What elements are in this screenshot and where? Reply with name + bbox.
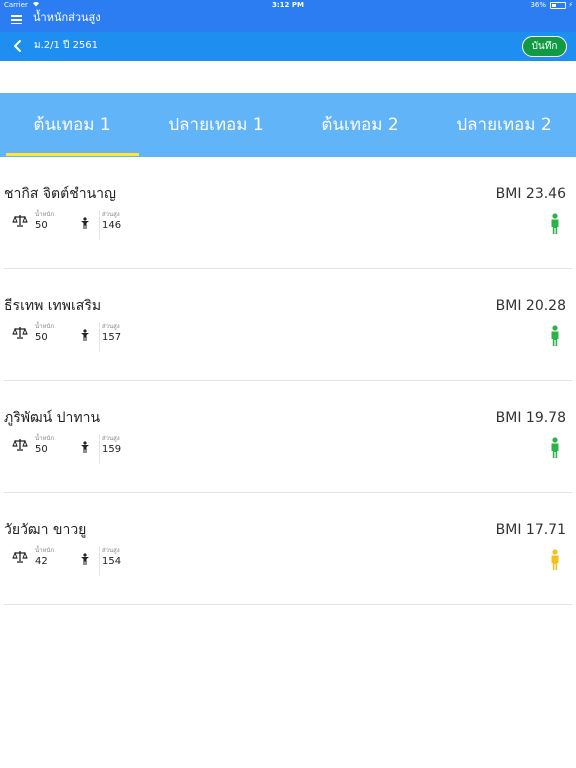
person-green-icon xyxy=(548,437,562,459)
height-value: 154 xyxy=(102,556,122,567)
height-label: ส่วนสูง xyxy=(102,547,120,554)
divider xyxy=(99,434,100,464)
height-icon xyxy=(80,327,90,341)
class-label: ม.2/1 ปี 2561 xyxy=(34,40,99,51)
student-row[interactable]: วัยวัฒา ขาวยู BMI 17.71 น้ำหนัก 42 ส่วนส… xyxy=(4,493,572,605)
person-green-icon xyxy=(548,325,562,347)
height-value: 146 xyxy=(102,220,122,231)
save-button[interactable]: บันทึก xyxy=(522,36,567,57)
person-green-icon xyxy=(548,213,562,235)
height-icon xyxy=(80,551,90,565)
charging-icon: ⚡ xyxy=(568,1,573,9)
bmi-value: BMI 17.71 xyxy=(495,522,566,538)
term-tabs: ต้นเทอม 1 ปลายเทอม 1 ต้นเทอม 2 ปลายเทอม … xyxy=(0,93,576,157)
weight-value: 50 xyxy=(35,332,48,343)
menu-icon[interactable] xyxy=(11,13,23,25)
weight-label: น้ำหนัก xyxy=(35,211,55,218)
weight-label: น้ำหนัก xyxy=(35,547,55,554)
status-bar: Carrier 3:12 PM 36% ⚡ xyxy=(0,0,576,10)
student-row[interactable]: ชากิส จิตต์ชำนาญ BMI 23.46 น้ำหนัก 50 ส่… xyxy=(4,157,572,269)
student-row[interactable]: ธีรเทพ เทพเสริม BMI 20.28 น้ำหนัก 50 ส่ว… xyxy=(4,269,572,381)
class-bar: ม.2/1 ปี 2561 บันทึก xyxy=(0,32,576,61)
student-name: ชากิส จิตต์ชำนาญ xyxy=(4,186,116,202)
height-icon xyxy=(80,215,90,229)
height-label: ส่วนสูง xyxy=(102,435,120,442)
divider xyxy=(99,322,100,352)
height-icon xyxy=(80,439,90,453)
back-chevron-icon[interactable] xyxy=(10,38,26,54)
app-title: น้ำหนักส่วนสูง xyxy=(33,11,101,24)
student-name: ภูริพัฒน์ ปาทาน xyxy=(4,410,101,426)
height-value: 159 xyxy=(102,444,122,455)
bmi-value: BMI 23.46 xyxy=(495,186,566,202)
scale-icon xyxy=(12,213,28,227)
weight-label: น้ำหนัก xyxy=(35,323,55,330)
scale-icon xyxy=(12,325,28,339)
weight-value: 50 xyxy=(35,220,48,231)
tab-term1-start[interactable]: ต้นเทอม 1 xyxy=(0,93,144,157)
scale-icon xyxy=(12,437,28,451)
person-yellow-icon xyxy=(548,549,562,571)
weight-value: 50 xyxy=(35,444,48,455)
bmi-value: BMI 20.28 xyxy=(495,298,566,314)
height-label: ส่วนสูง xyxy=(102,211,120,218)
student-name: ธีรเทพ เทพเสริม xyxy=(4,298,102,314)
student-name: วัยวัฒา ขาวยู xyxy=(4,522,87,538)
tab-term1-end[interactable]: ปลายเทอม 1 xyxy=(144,93,288,157)
scale-icon xyxy=(12,549,28,563)
weight-label: น้ำหนัก xyxy=(35,435,55,442)
tab-term2-start[interactable]: ต้นเทอม 2 xyxy=(288,93,432,157)
weight-value: 42 xyxy=(35,556,48,567)
height-label: ส่วนสูง xyxy=(102,323,120,330)
divider xyxy=(99,546,100,576)
bmi-value: BMI 19.78 xyxy=(495,410,566,426)
tab-indicator xyxy=(6,153,139,156)
height-value: 157 xyxy=(102,332,122,343)
battery-percent: 36% xyxy=(530,1,546,9)
tab-term2-end[interactable]: ปลายเทอม 2 xyxy=(432,93,576,157)
clock: 3:12 PM xyxy=(272,1,304,9)
divider xyxy=(99,210,100,240)
student-row[interactable]: ภูริพัฒน์ ปาทาน BMI 19.78 น้ำหนัก 50 ส่ว… xyxy=(4,381,572,493)
battery-icon xyxy=(550,2,566,9)
app-bar: น้ำหนักส่วนสูง xyxy=(0,10,576,32)
